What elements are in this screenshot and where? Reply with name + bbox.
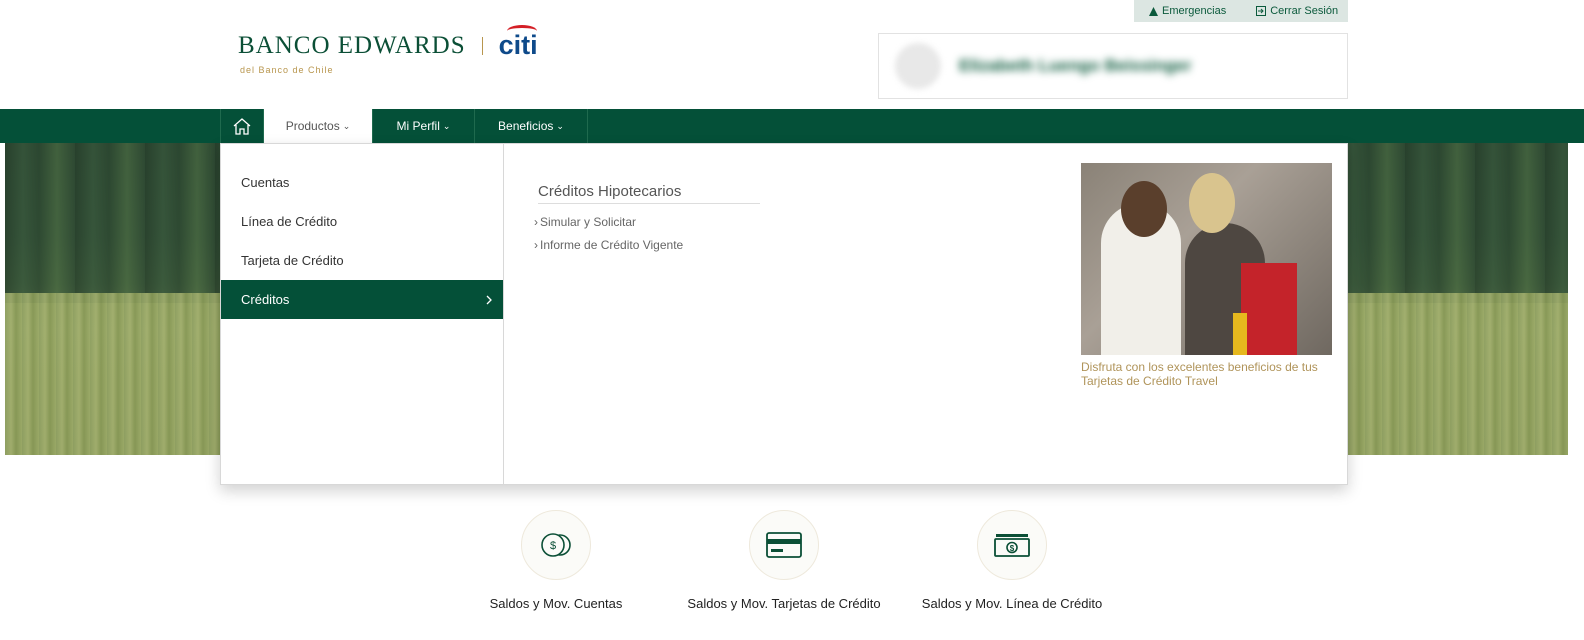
chevron-right-icon: › (534, 238, 538, 252)
coins-icon: $ (541, 533, 571, 557)
shortcut-label: Saldos y Mov. Tarjetas de Crédito (687, 596, 881, 611)
avatar[interactable] (895, 43, 941, 89)
menu-item-cuentas[interactable]: Cuentas (221, 163, 503, 202)
chevron-right-icon (486, 295, 492, 304)
chevron-down-icon: ⌄ (556, 120, 564, 131)
logo-divider (481, 36, 483, 55)
citi-logo: citi (499, 25, 538, 61)
emergencias-link[interactable]: Emergencias (1134, 5, 1241, 17)
chevron-down-icon: ⌄ (442, 120, 451, 131)
chevron-down-icon: ⌄ (342, 120, 351, 131)
main-nav: Productos ⌄ Mi Perfil ⌄ Beneficios ⌄ (0, 109, 1584, 143)
logout-icon (1256, 6, 1267, 16)
page: Emergencias Cerrar Sesión BANCO EDWARDS … (0, 0, 1584, 640)
shortcut-label: Saldos y Mov. Línea de Crédito (921, 596, 1103, 611)
cash-icon: $ (994, 534, 1030, 557)
promo-caption[interactable]: Disfruta con los excelentes beneficios d… (1081, 360, 1332, 388)
bank-logo[interactable]: BANCO EDWARDS citi del Banco de Chile (238, 25, 538, 75)
svg-text:$: $ (1010, 544, 1015, 553)
promo-image[interactable] (1081, 163, 1332, 355)
section-title: Créditos Hipotecarios (538, 183, 760, 204)
shortcut-saldos-cuentas[interactable]: $ Saldos y Mov. Cuentas (490, 510, 622, 611)
warning-icon (1149, 6, 1158, 16)
home-icon (233, 118, 251, 135)
credit-card-icon (766, 532, 802, 558)
nav-mi-perfil-label: Mi Perfil (396, 119, 440, 133)
brand-name: BANCO EDWARDS (238, 31, 466, 59)
cerrar-sesion-link[interactable]: Cerrar Sesión (1241, 5, 1353, 17)
logo-tagline: del Banco de Chile (240, 65, 334, 75)
link-simular-solicitar[interactable]: › Simular y Solicitar (534, 215, 636, 229)
link-informe-credito[interactable]: › Informe de Crédito Vigente (534, 238, 683, 252)
menu-item-tarjeta-credito[interactable]: Tarjeta de Crédito (221, 241, 503, 280)
emergencias-label: Emergencias (1162, 5, 1227, 17)
nav-beneficios[interactable]: Beneficios ⌄ (475, 109, 588, 143)
nav-productos-label: Productos (285, 119, 340, 133)
shortcut-icon-circle: $ (521, 510, 591, 580)
top-utility-bar: Emergencias Cerrar Sesión (1134, 0, 1348, 22)
promo-card[interactable]: Disfruta con los excelentes beneficios d… (1081, 163, 1332, 388)
products-category-list: Cuentas Línea de Crédito Tarjeta de Créd… (221, 144, 504, 484)
nav-home-button[interactable] (220, 109, 264, 143)
menu-item-creditos[interactable]: Créditos (221, 280, 503, 319)
nav-mi-perfil[interactable]: Mi Perfil ⌄ (373, 109, 475, 143)
products-dropdown: Cuentas Línea de Crédito Tarjeta de Créd… (220, 143, 1348, 485)
shortcut-icon-circle: $ (977, 510, 1047, 580)
shortcut-saldos-linea[interactable]: $ Saldos y Mov. Línea de Crédito (922, 510, 1102, 611)
shortcut-icon-circle (749, 510, 819, 580)
chevron-right-icon: › (534, 215, 538, 229)
submenu-panel: Créditos Hipotecarios › Simular y Solici… (504, 144, 1347, 484)
svg-text:$: $ (550, 540, 556, 552)
menu-item-linea-credito[interactable]: Línea de Crédito (221, 202, 503, 241)
nav-beneficios-label: Beneficios (498, 119, 554, 133)
user-name: Elizabeth Luengo Beissinger (959, 56, 1192, 75)
cerrar-sesion-label: Cerrar Sesión (1270, 5, 1339, 17)
shortcut-saldos-tarjetas[interactable]: Saldos y Mov. Tarjetas de Crédito (687, 510, 881, 611)
user-card: Elizabeth Luengo Beissinger (878, 33, 1348, 99)
shortcut-label: Saldos y Mov. Cuentas (489, 596, 623, 611)
nav-productos[interactable]: Productos ⌄ (264, 109, 373, 143)
